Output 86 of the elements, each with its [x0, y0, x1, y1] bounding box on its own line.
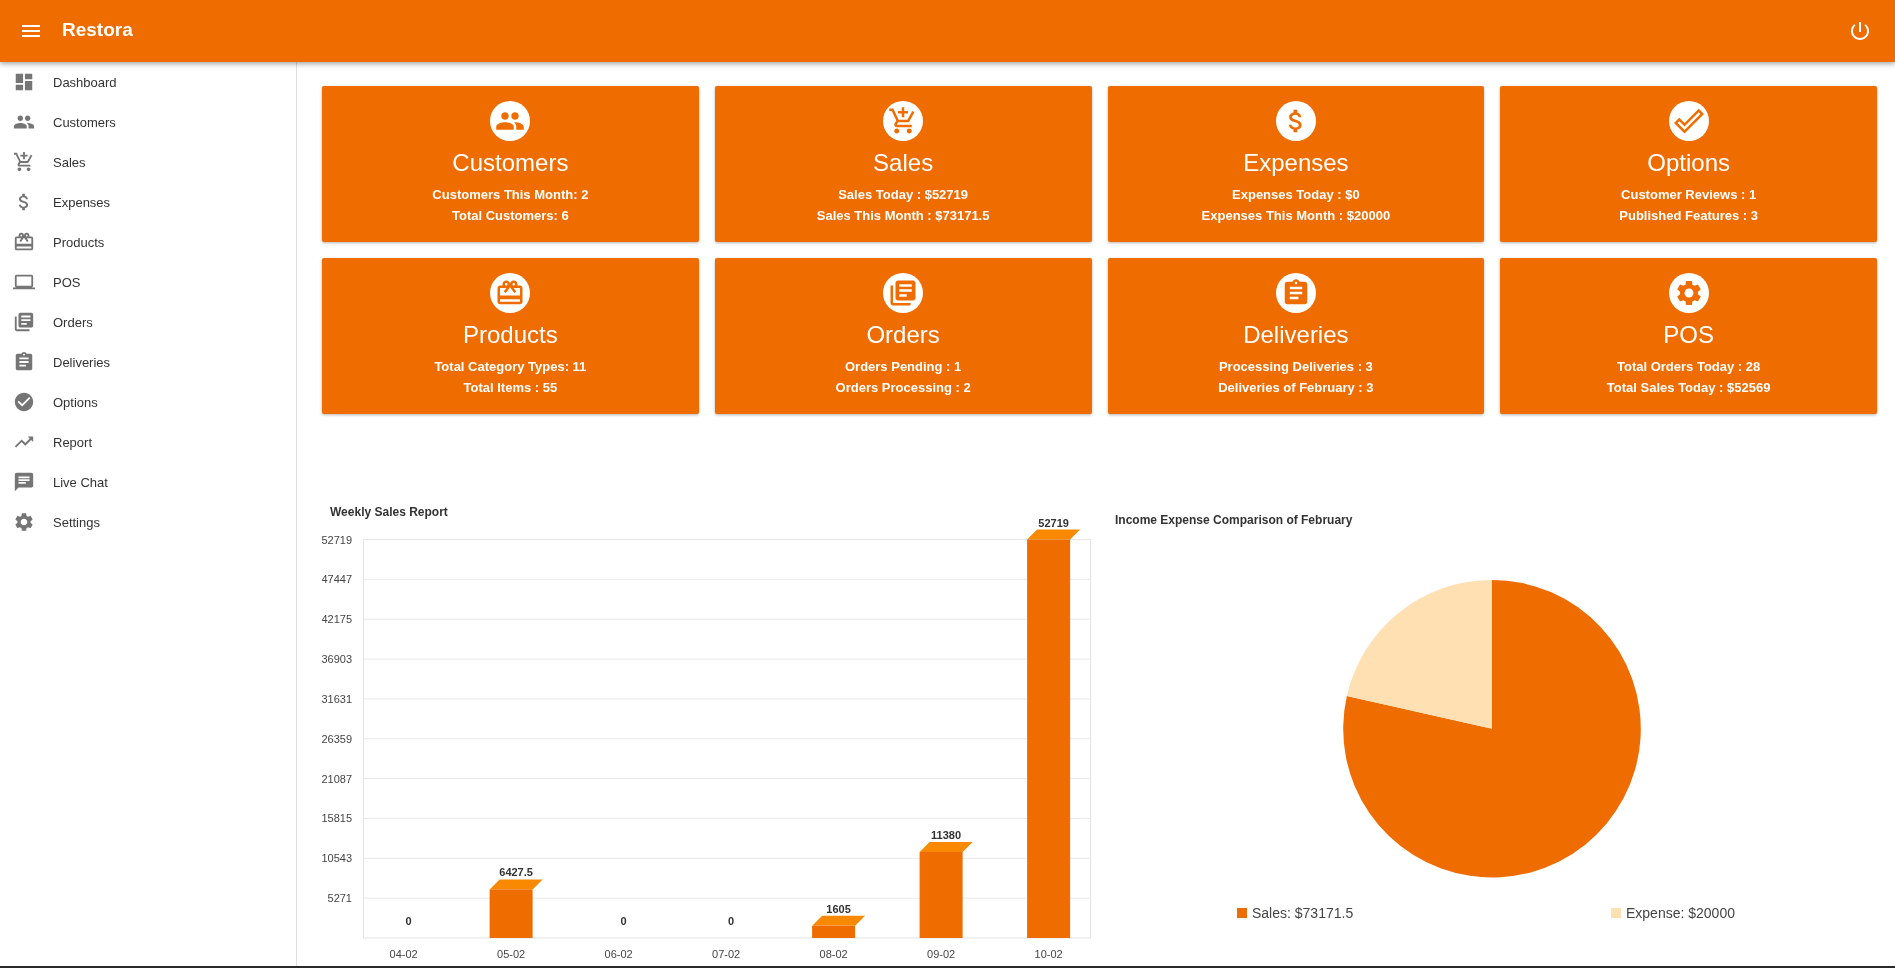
- legend-label: Sales: $73171.5: [1252, 905, 1354, 921]
- y-axis-label: 36903: [322, 653, 352, 666]
- stat-line: Processing Deliveries : 3: [1218, 358, 1373, 376]
- menu-icon[interactable]: [22, 25, 40, 37]
- stat-title: Deliveries: [1243, 321, 1349, 349]
- stat-title: Products: [463, 321, 558, 349]
- sidebar-item[interactable]: Expenses: [0, 182, 296, 222]
- x-axis-label: 10-02: [1034, 948, 1063, 960]
- y-axis-label: 31631: [322, 692, 352, 705]
- stat-line: Customers This Month: 2: [432, 186, 589, 204]
- legend-label: Expense: $20000: [1626, 905, 1735, 921]
- value-label: 1605: [826, 902, 851, 915]
- stat-line: Expenses Today : $0: [1232, 186, 1360, 204]
- x-axis-label: 06-02: [604, 948, 633, 960]
- documents-icon: [883, 273, 924, 313]
- stat-title: Options: [1647, 149, 1730, 177]
- value-label: 0: [405, 915, 412, 927]
- stat-line: Total Orders Today : 28: [1617, 358, 1761, 376]
- stat-line: Total Items : 55: [463, 379, 558, 397]
- cart-plus-icon: [883, 101, 924, 141]
- y-axis-label: 21087: [322, 772, 352, 785]
- sidebar-item[interactable]: Orders: [0, 302, 296, 342]
- x-axis-label: 04-02: [389, 948, 418, 960]
- stat-line: Customer Reviews : 1: [1621, 186, 1757, 204]
- sidebar-item[interactable]: Sales: [0, 142, 296, 182]
- checkmark-icon: [1668, 101, 1709, 141]
- stat-line: Published Features : 3: [1619, 207, 1758, 225]
- stat-line: Total Category Types: 11: [434, 358, 587, 376]
- y-axis-label: 42175: [322, 613, 352, 626]
- chart-title: Weekly Sales Report: [330, 505, 448, 519]
- sidebar-item[interactable]: Products: [0, 222, 296, 262]
- stat-line: Orders Pending : 1: [844, 358, 962, 376]
- documents-icon: [13, 311, 35, 333]
- value-label: 52719: [1038, 516, 1069, 529]
- stat-title: Sales: [873, 149, 934, 177]
- stat-title: Customers: [452, 149, 569, 177]
- stat-line: Orders Processing : 2: [835, 379, 971, 397]
- value-label: 11380: [931, 829, 962, 841]
- stat-line: Expenses This Month : $20000: [1201, 207, 1391, 225]
- bar-top-drawing: [919, 842, 973, 852]
- sidebar-item[interactable]: POS: [0, 262, 296, 302]
- stat-line: Total Customers: 6: [452, 207, 569, 225]
- bar-top-drawing: [812, 915, 866, 926]
- sidebar-item[interactable]: Report: [0, 422, 296, 462]
- stat-line: Sales This Month : $73171.5: [816, 207, 990, 225]
- sidebar-item[interactable]: Live Chat: [0, 462, 296, 502]
- stat-line: Total Sales Today : $52569: [1606, 379, 1771, 397]
- y-axis-label: 26359: [322, 732, 352, 745]
- gift-card-icon: [490, 273, 531, 313]
- x-axis-label: 07-02: [712, 948, 741, 960]
- y-axis-label: 47447: [322, 573, 352, 586]
- people-icon: [490, 101, 531, 141]
- gift-card-icon: [13, 231, 35, 253]
- chat-icon: [13, 471, 35, 493]
- y-axis-label: 10543: [322, 852, 352, 865]
- power-icon[interactable]: [1851, 22, 1869, 40]
- value-label: 6427.5: [499, 866, 533, 879]
- clipboard-icon: [13, 351, 35, 373]
- dashboard-icon: [13, 71, 35, 93]
- value-label: 0: [620, 915, 627, 927]
- x-axis-label: 05-02: [497, 948, 526, 960]
- sidebar-item[interactable]: Deliveries: [0, 342, 296, 382]
- stat-title: Expenses: [1243, 149, 1349, 177]
- bar-top-drawing: [489, 879, 543, 890]
- sidebar-item[interactable]: Customers: [0, 102, 296, 142]
- sidebar-item[interactable]: Options: [0, 382, 296, 422]
- y-axis-label: 15815: [322, 812, 352, 825]
- clipboard-icon: [1275, 273, 1316, 313]
- dollar-icon: [1275, 101, 1316, 141]
- gear-icon: [1668, 273, 1709, 313]
- chart-title: Income Expense Comparison of February: [1115, 513, 1353, 527]
- cart-plus-icon: [13, 151, 35, 173]
- settings-icon: [13, 511, 35, 533]
- bar-top-drawing: [1027, 529, 1081, 540]
- stat-line: Deliveries of February : 3: [1218, 379, 1374, 397]
- y-axis-label: 5271: [327, 892, 352, 905]
- x-axis-label: 08-02: [819, 948, 848, 960]
- y-axis-label: 52719: [322, 533, 352, 546]
- sidebar-item[interactable]: Dashboard: [0, 62, 296, 102]
- stat-title: POS: [1663, 321, 1714, 349]
- app-title: Restora: [62, 18, 133, 41]
- stat-line: Sales Today : $52719: [838, 186, 969, 204]
- sidebar-item[interactable]: Settings: [0, 502, 296, 542]
- stat-title: Orders: [866, 321, 940, 349]
- x-axis-label: 09-02: [927, 948, 956, 960]
- value-label: 0: [728, 915, 735, 927]
